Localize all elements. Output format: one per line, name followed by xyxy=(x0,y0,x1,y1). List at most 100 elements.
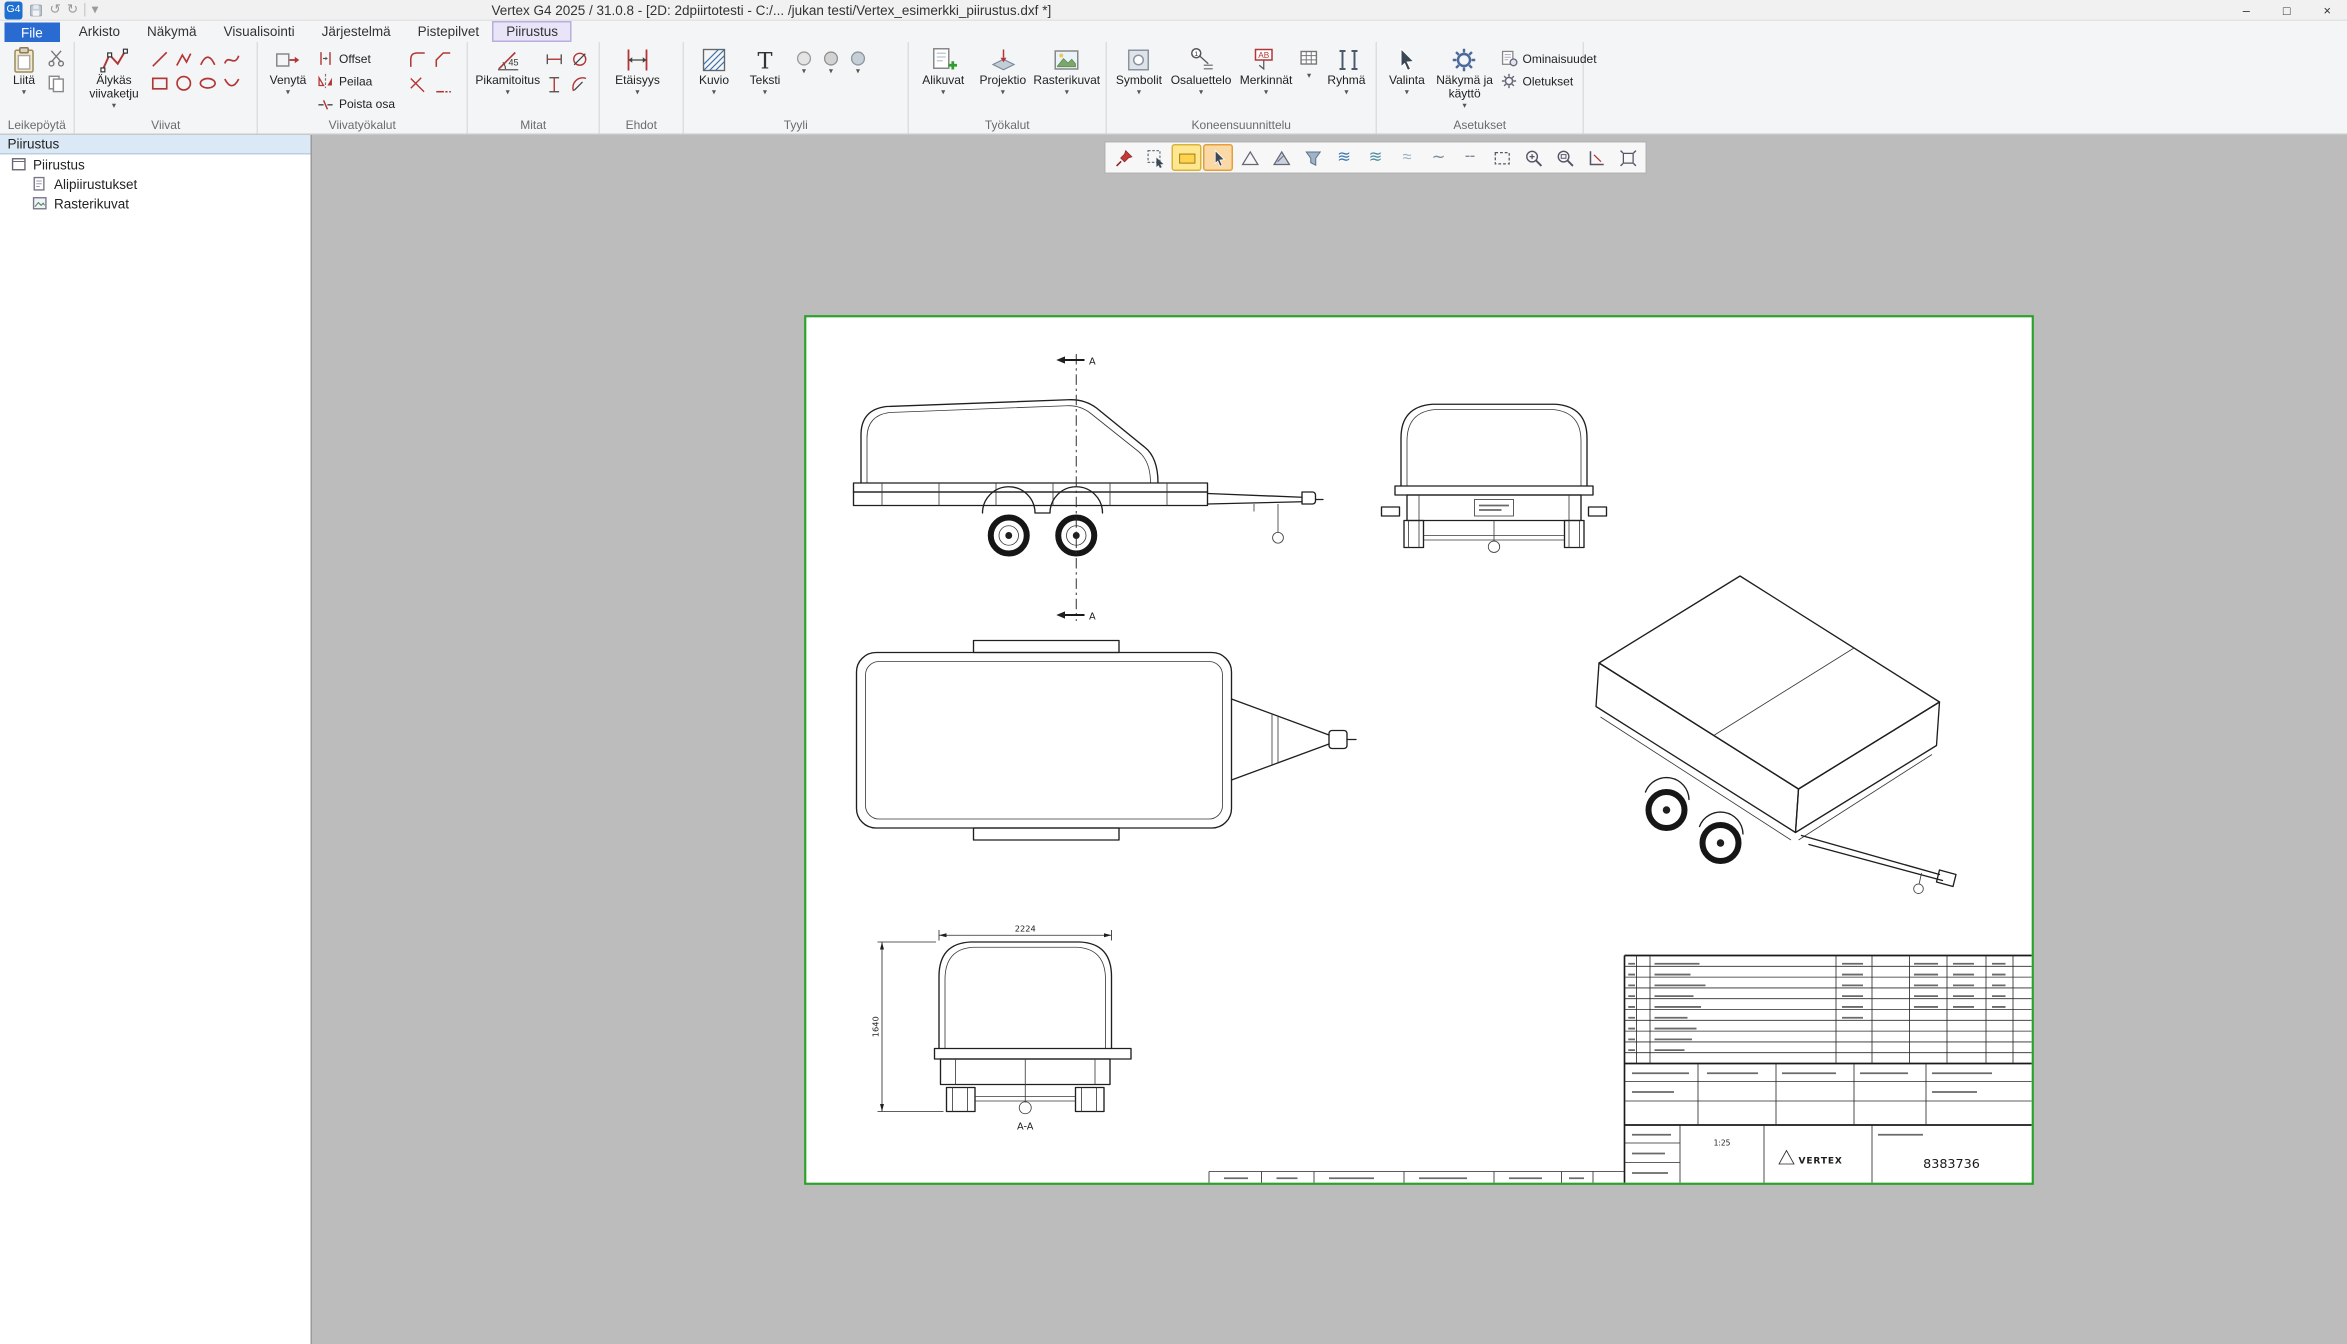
smart-polyline-button[interactable]: Älykäs viivaketju ▾ xyxy=(80,44,149,116)
dashed-line-button[interactable]: ╌ xyxy=(1455,144,1485,171)
svg-text:VERTEX: VERTEX xyxy=(1799,1156,1843,1166)
text-icon: T xyxy=(750,45,780,75)
fillet-button[interactable] xyxy=(407,48,430,71)
vertex-window: G4 ↺ ↻ ▾ Vertex G4 2025 / 31.0.8 - [2D: … xyxy=(0,0,2347,1344)
dropdown-caret-icon: ▾ xyxy=(763,88,767,98)
save-button[interactable] xyxy=(29,2,44,17)
customize-qat-button[interactable]: ▾ xyxy=(92,3,99,17)
stretch-button[interactable]: Venytä ▾ xyxy=(263,44,314,116)
maximize-button[interactable]: □ xyxy=(2267,0,2308,20)
paste-button[interactable]: Liitä ▾ xyxy=(5,44,44,116)
drawing-sheet[interactable]: A A xyxy=(804,315,2034,1185)
remove-segment-button[interactable]: Poista osa xyxy=(314,93,407,114)
fit-extents-button[interactable] xyxy=(1613,144,1643,171)
quick-dimension-button[interactable]: 45 Pikamitoitus ▾ xyxy=(473,44,544,116)
extend-button[interactable] xyxy=(432,74,455,97)
style-preset-1-button[interactable]: ▾ xyxy=(795,50,813,78)
raster-images-button[interactable]: Rasterikuvat ▾ xyxy=(1033,44,1101,116)
properties-button[interactable]: Ominaisuudet xyxy=(1497,48,1578,69)
marquee-select-button[interactable] xyxy=(1487,144,1517,171)
trim-button[interactable] xyxy=(407,74,430,97)
drawing-icon xyxy=(11,156,28,173)
tab-file[interactable]: File xyxy=(5,23,60,43)
vertical-dimension-button[interactable] xyxy=(543,74,566,97)
select-cursor-button[interactable] xyxy=(1203,144,1233,171)
annotation-icon: AB xyxy=(1251,45,1281,75)
ribbon-group-constraints: Etäisyys ▾ Ehdot xyxy=(600,42,684,134)
ribbon-group-line-tools: Venytä ▾ Offset Peilaa Poista osa xyxy=(258,42,468,134)
chamfer-button[interactable] xyxy=(432,48,455,71)
symbols-button[interactable]: Symbolit ▾ xyxy=(1112,44,1167,116)
beam-icon xyxy=(1331,45,1361,75)
part-list-button[interactable]: 1 Osaluettelo ▾ xyxy=(1166,44,1235,116)
zoom-window-button[interactable] xyxy=(1550,144,1580,171)
offset-button[interactable]: Offset xyxy=(314,48,407,69)
tree-item-piirustus[interactable]: Piirustus xyxy=(0,155,311,175)
select-region-button[interactable] xyxy=(1140,144,1170,171)
pin-button[interactable] xyxy=(1109,144,1139,171)
zoom-in-button[interactable] xyxy=(1518,144,1548,171)
circle-tool-button[interactable] xyxy=(173,72,196,95)
dropdown-caret-icon: ▾ xyxy=(112,101,116,111)
hatch-pattern-button[interactable]: Kuvio ▾ xyxy=(689,44,740,116)
triangle-hatched-button[interactable] xyxy=(1266,144,1296,171)
filter-button[interactable] xyxy=(1298,144,1328,171)
tree-item-rasterikuvat[interactable]: Rasterikuvat xyxy=(0,194,311,214)
rectangle-tool-button[interactable] xyxy=(149,72,172,95)
style-preset-3-button[interactable]: ▾ xyxy=(849,50,867,78)
image-icon xyxy=(1052,45,1082,75)
polyline-tool-button[interactable] xyxy=(173,48,196,71)
linear-dimension-button[interactable] xyxy=(543,48,566,71)
tab-nakyma[interactable]: Näkymä xyxy=(134,21,211,42)
line-tool-button[interactable] xyxy=(149,48,172,71)
dropdown-caret-icon: ▾ xyxy=(286,88,290,98)
drawing-canvas[interactable]: ≋ ≋ ≈ ∼ ╌ xyxy=(314,135,2347,1344)
triangle-outline-button[interactable] xyxy=(1235,144,1265,171)
app-icon[interactable]: G4 xyxy=(5,1,23,19)
minimize-button[interactable]: – xyxy=(2226,0,2267,20)
arc2-tool-button[interactable] xyxy=(221,72,244,95)
svg-text:8383736: 8383736 xyxy=(1923,1157,1980,1172)
wave-single-button[interactable]: ∼ xyxy=(1424,144,1454,171)
tab-visualisointi[interactable]: Visualisointi xyxy=(210,21,308,42)
selection-button[interactable]: Valinta ▾ xyxy=(1382,44,1433,116)
subdrawings-button[interactable]: Alikuvat ▾ xyxy=(914,44,974,116)
close-button[interactable]: × xyxy=(2307,0,2347,20)
ribbon-group-lines: Älykäs viivaketju ▾ Viivat xyxy=(75,42,258,134)
mirror-button[interactable]: Peilaa xyxy=(314,71,407,92)
grid-highlight-button[interactable] xyxy=(1172,144,1202,171)
copy-button[interactable] xyxy=(45,72,68,95)
redo-button[interactable]: ↻ xyxy=(67,3,78,17)
annotations-button[interactable]: AB Merkinnät ▾ xyxy=(1236,44,1297,116)
corner-measure-button[interactable] xyxy=(1581,144,1611,171)
radius-dimension-button[interactable] xyxy=(569,74,592,97)
tab-arkisto[interactable]: Arkisto xyxy=(65,21,133,42)
dropdown-caret-icon: ▾ xyxy=(829,68,833,78)
layer-waves-dark-button[interactable]: ≋ xyxy=(1329,144,1359,171)
tab-jarjestelma[interactable]: Järjestelmä xyxy=(308,21,404,42)
undo-button[interactable]: ↺ xyxy=(50,3,61,17)
window-title: Vertex G4 2025 / 31.0.8 - [2D: 2dpiirtot… xyxy=(491,2,1051,17)
arc-tool-button[interactable] xyxy=(197,48,220,71)
tab-pistepilvet[interactable]: Pistepilvet xyxy=(404,21,493,42)
corner-measure-icon xyxy=(1586,148,1606,168)
text-tool-button[interactable]: T Teksti ▾ xyxy=(740,44,791,116)
projection-button[interactable]: Projektio ▾ xyxy=(973,44,1033,116)
ellipse-tool-button[interactable] xyxy=(197,72,220,95)
tree-item-alipiirustukset[interactable]: Alipiirustukset xyxy=(0,174,311,194)
diameter-dimension-button[interactable] xyxy=(569,48,592,71)
table-button[interactable] xyxy=(1298,47,1321,70)
group-button[interactable]: Ryhmä ▾ xyxy=(1322,44,1371,116)
style-preset-2-button[interactable]: ▾ xyxy=(822,50,840,78)
layer-waves-medium-button[interactable]: ≋ xyxy=(1361,144,1391,171)
cut-button[interactable] xyxy=(45,47,68,70)
defaults-button[interactable]: Oletukset xyxy=(1497,71,1578,92)
sidebar-panel: Piirustus Piirustus Alipiirustukset Rast… xyxy=(0,135,312,1344)
ribbon-group-clipboard: Liitä ▾ Leikepöytä xyxy=(0,42,75,134)
layer-waves-light-button[interactable]: ≈ xyxy=(1392,144,1422,171)
spline-tool-button[interactable] xyxy=(221,48,244,71)
view-and-usage-button[interactable]: Näkymä ja käyttö ▾ xyxy=(1432,44,1497,116)
dropdown-caret-icon: ▾ xyxy=(1199,88,1203,98)
distance-button[interactable]: Etäisyys ▾ xyxy=(605,44,671,116)
tab-piirustus[interactable]: Piirustus xyxy=(493,21,572,42)
